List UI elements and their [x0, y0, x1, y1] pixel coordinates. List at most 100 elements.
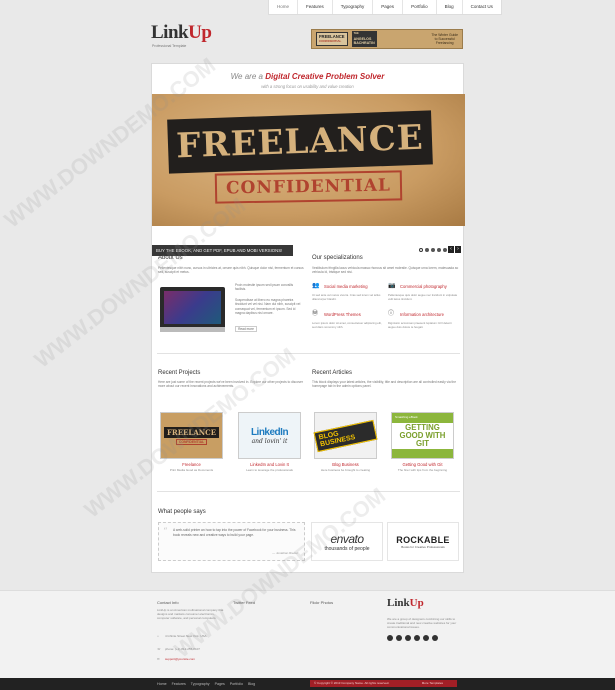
section-divider	[157, 491, 460, 492]
slider-next-icon[interactable]: ›	[455, 246, 461, 253]
logo-up-text: Up	[188, 22, 212, 43]
footer-logo-up: Up	[409, 597, 424, 609]
project-thumb-freelance[interactable]: FREELANCE CONFIDENTIAL	[160, 412, 223, 459]
slider-prev-icon[interactable]: ‹	[448, 246, 454, 253]
client-logo-envato[interactable]: envato thousands of people	[311, 522, 383, 561]
logo-link-text: Link	[151, 22, 189, 43]
intro-prefix: We are a	[230, 72, 266, 81]
slider-freelance-band: FREELANCE	[167, 110, 433, 174]
quote-icon: “	[163, 527, 168, 537]
intro-highlight: Digital Creative Problem Solver	[265, 72, 385, 81]
spec-label-social[interactable]: Social media marketing	[324, 284, 368, 289]
twitter-icon[interactable]	[396, 635, 402, 641]
rockable-name: ROCKABLE	[396, 534, 450, 545]
spec-label-photography[interactable]: Commercial photography	[400, 284, 447, 289]
footer-email[interactable]: support@yoursite.com	[165, 657, 195, 661]
nav-blog[interactable]: Blog	[437, 0, 463, 14]
slider-dot[interactable]	[431, 248, 435, 252]
intro-headline: We are a Digital Creative Problem Solver	[152, 72, 463, 81]
bottom-nav-pages[interactable]: Pages	[215, 678, 225, 690]
phone-icon: ☏	[157, 647, 161, 651]
slider-freelance-title: FREELANCE	[175, 117, 425, 167]
nav-features[interactable]: Features	[298, 0, 333, 14]
banner-author-badge: THE ANGELOS BACHRATIN	[351, 31, 377, 47]
slider-confidential-stamp: CONFIDENTIAL	[214, 170, 403, 204]
about-text: Pellentesque nibh nunc, cursus in ultric…	[158, 266, 304, 275]
intro-block: We are a Digital Creative Problem Solver…	[152, 72, 463, 89]
thumb-git-title: GETTING GOOD WITH GIT	[392, 422, 453, 449]
project-caption-linkedin[interactable]: LinkedIn and Lovin It	[238, 462, 301, 467]
users-icon: 👥	[312, 283, 320, 289]
spec-desc-wordpress: Lorem ipsum dolor sit amet, consectetuer…	[312, 321, 382, 329]
client-logo-rockable[interactable]: ROCKABLE Books for Creative Professional…	[387, 522, 459, 561]
project-thumb-linkedin[interactable]: LinkedIn and lovin' it	[238, 412, 301, 459]
banner-freelance-badge: FREELANCE CONFIDENTIAL	[316, 32, 348, 46]
testimonial-box: “ A web-solid printer an how to tap into…	[158, 522, 305, 561]
about-side-text-1: Proin molestie ipsum sed ipsum convallis…	[235, 283, 294, 292]
spec-desc-photography: Pellentesque quis dolor augue nec tincid…	[388, 293, 458, 301]
bottom-bar: Home Features Typography Pages Portfolio…	[0, 678, 615, 690]
camera-icon: 📷	[388, 283, 396, 289]
wordpress-icon: Ⓦ	[312, 311, 319, 317]
spec-label-wordpress[interactable]: WordPress Themes	[324, 312, 361, 317]
site-logo[interactable]: LinkUp	[151, 22, 212, 43]
nav-pages[interactable]: Pages	[373, 0, 404, 14]
main-content-panel: We are a Digital Creative Problem Solver…	[151, 63, 465, 573]
thumb-linkedin-title: LinkedIn	[250, 426, 289, 438]
footer-contact-title: Contact Info	[157, 600, 179, 605]
header-ad-banner[interactable]: FREELANCE CONFIDENTIAL THE ANGELOS BACHRATI…	[311, 29, 463, 49]
project-thumb-blog-business[interactable]: BLOG BUSINESS	[313, 412, 378, 459]
thumb-blog-title: BLOG BUSINESS	[313, 419, 378, 452]
bottom-nav-blog[interactable]: Blog	[248, 678, 255, 690]
article-thumb-git[interactable]: Smashing eBook GETTING GOOD WITH GIT	[391, 412, 454, 459]
info-icon: ⓘ	[388, 311, 395, 317]
more-templates-link[interactable]: More Templates	[422, 680, 443, 687]
project-sub-linkedin: Learn to leverage the professionals	[246, 468, 293, 472]
spec-label-architecture[interactable]: Information architecture	[400, 312, 444, 317]
thumb-git-header: Smashing eBook	[395, 415, 418, 419]
bottom-nav-features[interactable]: Features	[172, 678, 186, 690]
slider-dot[interactable]	[437, 248, 441, 252]
about-title: About Us	[158, 255, 183, 261]
project-sub-freelance: Print Media Good as Documents	[169, 468, 214, 472]
project-caption-blog[interactable]: Blog Business	[314, 462, 377, 467]
slider-arrows: ‹ ›	[448, 246, 461, 253]
rockable-tag: Books for Creative Professionals	[401, 544, 445, 549]
slider-dot[interactable]	[425, 248, 429, 252]
hero-slider[interactable]: FREELANCE CONFIDENTIAL BUY THE EBOOK, AN…	[152, 94, 465, 256]
bottom-nav-home[interactable]: Home	[157, 678, 167, 690]
nav-portfolio[interactable]: Portfolio	[403, 0, 437, 14]
rss-icon[interactable]	[432, 635, 438, 641]
email-icon: ✉	[157, 657, 160, 661]
nav-home[interactable]: Home	[269, 0, 299, 14]
recent-articles-text: This block displays your latest articles…	[312, 380, 456, 389]
facebook-icon[interactable]	[387, 635, 393, 641]
article-caption-git[interactable]: Getting Good with Git	[391, 462, 454, 467]
banner-confidential-text: CONFIDENTIAL	[319, 39, 342, 43]
slider-dot[interactable]	[443, 248, 447, 252]
footer-about-text: We are a group of designers combining ou…	[387, 617, 457, 630]
testimonials-title: What people says	[158, 509, 206, 515]
bottom-nav-portfolio[interactable]: Portfolio	[230, 678, 243, 690]
nav-typography[interactable]: Typography	[333, 0, 374, 14]
flickr-icon[interactable]	[405, 635, 411, 641]
specializations-title: Our specializations	[312, 255, 363, 261]
linkedin-icon[interactable]	[423, 635, 429, 641]
laptop-base	[160, 327, 225, 332]
footer-flickr-title: Flickr Photos	[310, 600, 334, 605]
project-caption-freelance[interactable]: Freelance	[160, 462, 223, 467]
read-more-button[interactable]: Read more	[235, 326, 257, 332]
footer-logo-link: Link	[387, 597, 410, 609]
laptop-image	[160, 287, 225, 332]
spec-desc-architecture: Dignissim accumsan praesent luptatum zzr…	[388, 321, 452, 329]
bottom-nav-typography[interactable]: Typography	[191, 678, 210, 690]
recent-projects-text: Here are just some of the recent project…	[158, 380, 304, 389]
footer-logo[interactable]: LinkUp	[387, 597, 424, 609]
testimonial-author: — Jonathan Rieder	[272, 551, 298, 555]
slider-dot[interactable]	[419, 248, 423, 252]
spec-desc-social: Ut sed ante vel metus viverra. Cras sed …	[312, 293, 381, 301]
bottom-navigation: Home Features Typography Pages Portfolio…	[157, 678, 255, 690]
nav-contact[interactable]: Contact Us	[463, 0, 501, 14]
article-sub-git: The finer with tips from the beginning	[397, 468, 448, 472]
dribbble-icon[interactable]	[414, 635, 420, 641]
